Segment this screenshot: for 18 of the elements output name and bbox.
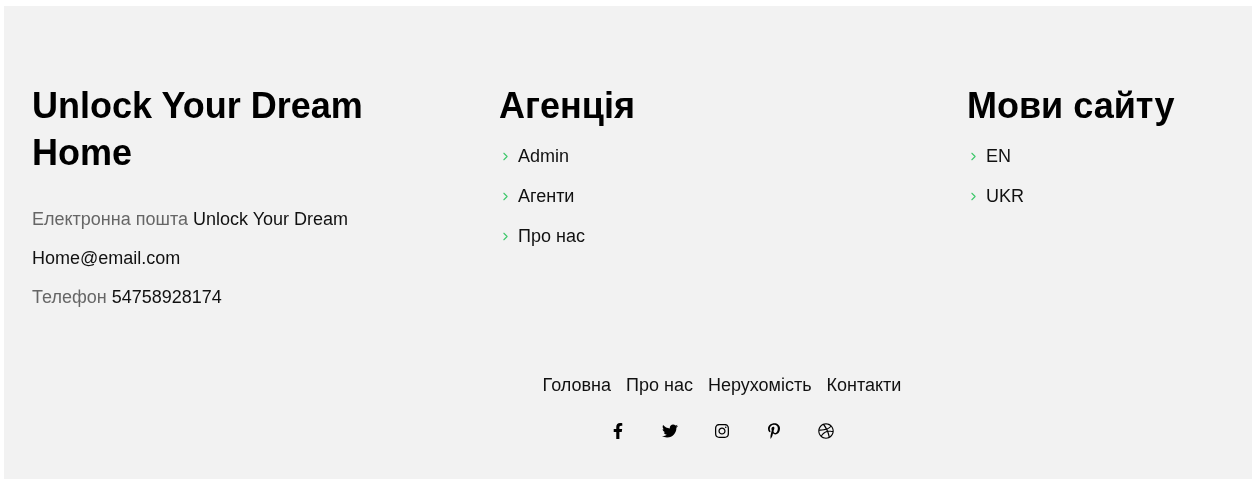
nav-link[interactable]: Про нас xyxy=(626,373,693,397)
brand-heading: Unlock Your Dream Home xyxy=(32,84,364,175)
contact-line: Телефон 54758928174 xyxy=(32,286,223,309)
contact-line: Електронна пошта Unlock Your Dream Home@email.com xyxy=(32,208,350,270)
footer-link[interactable]: Про нас xyxy=(518,223,585,249)
footer-link[interactable]: EN xyxy=(986,143,1011,169)
footer-link[interactable]: Агенти xyxy=(518,183,575,209)
nav-link[interactable]: Нерухомість xyxy=(707,373,812,397)
nav-link[interactable]: Головна xyxy=(542,373,611,397)
twitter-icon[interactable] xyxy=(662,423,678,439)
footer-link[interactable]: UKR xyxy=(986,183,1024,209)
footer-link[interactable]: Admin xyxy=(518,143,570,169)
instagram-icon[interactable] xyxy=(714,423,730,439)
column-heading: Агенція xyxy=(499,84,636,128)
nav-link[interactable]: Контакти xyxy=(826,373,902,397)
column-heading: Мови сайту xyxy=(967,84,1176,128)
pinterest-icon[interactable] xyxy=(766,423,782,439)
dribbble-icon[interactable] xyxy=(818,423,834,439)
